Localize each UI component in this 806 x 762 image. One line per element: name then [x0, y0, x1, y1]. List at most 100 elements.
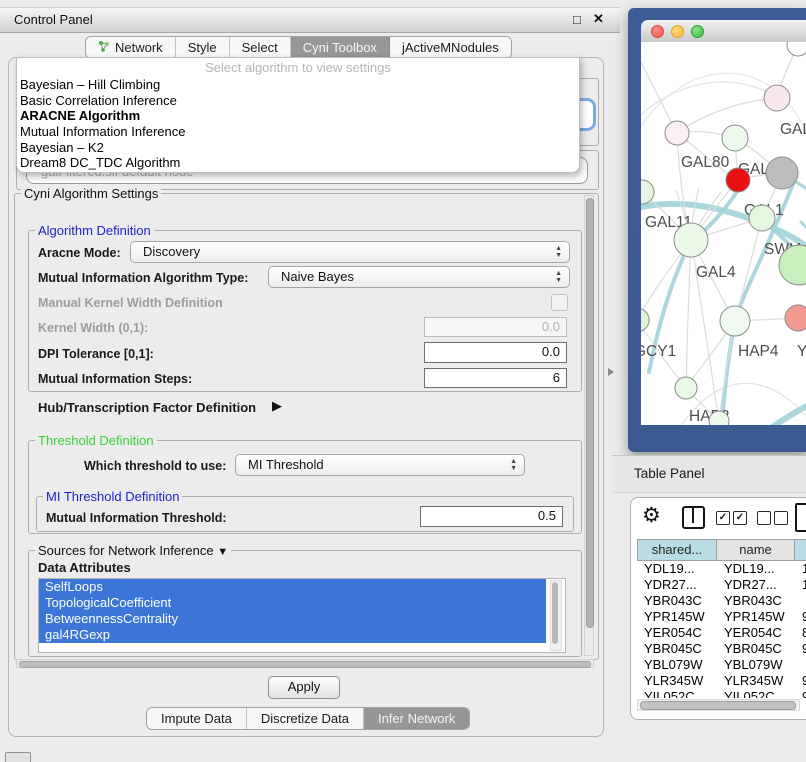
- select-all-icon[interactable]: ✓: [733, 511, 747, 525]
- tab-label: Cyni Toolbox: [303, 40, 377, 55]
- screen: Control Panel □ ✕ NetworkStyleSelectCyni…: [0, 0, 806, 762]
- table-row[interactable]: YBR045CYBR045C9.: [637, 641, 806, 657]
- tab-network[interactable]: Network: [86, 37, 176, 58]
- algorithm-definition-title: Algorithm Definition: [35, 223, 154, 238]
- network-window-titlebar[interactable]: [641, 20, 806, 43]
- kernel-width-field[interactable]: 0.0: [424, 317, 567, 337]
- tab-impute-data[interactable]: Impute Data: [147, 708, 247, 729]
- minimize-traffic-light-icon[interactable]: [671, 25, 684, 38]
- document-icon[interactable]: [795, 503, 806, 532]
- list-scrollbar[interactable]: [550, 580, 562, 651]
- dpi-tolerance-field[interactable]: 0.0: [424, 342, 567, 363]
- deselect-all-icon[interactable]: [774, 511, 788, 525]
- close-traffic-light-icon[interactable]: [651, 25, 664, 38]
- algorithm-option[interactable]: Mutual Information Inference: [17, 124, 579, 140]
- float-window-icon[interactable]: □: [573, 12, 581, 27]
- node-gal[interactable]: [764, 85, 790, 111]
- cyni-algorithm-settings-title: Cyni Algorithm Settings: [21, 186, 161, 201]
- close-icon[interactable]: ✕: [593, 11, 604, 27]
- table-row[interactable]: YBR043CYBR043C: [637, 593, 806, 609]
- table-horizontal-scrollbar-thumb[interactable]: [640, 701, 796, 710]
- settings-vertical-scrollbar[interactable]: [584, 195, 594, 656]
- sources-title: Sources for Network Inference ▼: [35, 543, 231, 558]
- split-column-icon[interactable]: [682, 506, 705, 529]
- aracne-mode-combo[interactable]: Discovery ▲▼: [130, 241, 570, 263]
- table-row[interactable]: YDL19...YDL19...13: [637, 561, 806, 577]
- node-label: Y: [797, 343, 806, 360]
- tab-jactivemnodules[interactable]: jActiveMNodules: [390, 37, 511, 58]
- mi-threshold-field[interactable]: 0.5: [420, 506, 563, 527]
- node-gal10[interactable]: [722, 125, 748, 151]
- tab-select[interactable]: Select: [230, 37, 291, 58]
- manual-kernel-checkbox[interactable]: [551, 294, 568, 311]
- data-attributes-list[interactable]: SelfLoopsTopologicalCoefficientBetweenne…: [38, 578, 566, 653]
- mi-steps-field[interactable]: 6: [424, 368, 567, 388]
- table-cell: [795, 593, 806, 609]
- node-gcy1[interactable]: [641, 308, 649, 332]
- attribute-item[interactable]: BetweennessCentrality: [39, 611, 546, 627]
- node-hap2[interactable]: [675, 377, 697, 399]
- table-horizontal-scrollbar[interactable]: [637, 699, 800, 711]
- apply-button[interactable]: Apply: [268, 676, 340, 699]
- table-row[interactable]: YLR345WYLR345W9.: [637, 673, 806, 689]
- deselect-all-icon[interactable]: [757, 511, 771, 525]
- splitpane-arrow-icon[interactable]: [608, 368, 614, 376]
- attribute-item[interactable]: gal4RGexp: [39, 627, 546, 643]
- tab-style[interactable]: Style: [176, 37, 230, 58]
- control-panel-tabstrip: NetworkStyleSelect Cyni Toolbox jActiveMNo…: [85, 36, 512, 59]
- algorithm-option[interactable]: Dream8 DC_TDC Algorithm: [17, 155, 579, 171]
- network-canvas[interactable]: GALGAL80GAL10GAL1GAL11SWI4GAL4GCY1HAP4YH…: [641, 42, 806, 425]
- list-scrollbar-thumb[interactable]: [552, 582, 558, 644]
- network-tab-icon: [98, 40, 110, 55]
- attribute-item[interactable]: TopologicalCoefficient: [39, 595, 546, 611]
- settings-vertical-scrollbar-thumb[interactable]: [586, 198, 594, 628]
- node[interactable]: [787, 42, 806, 56]
- attribute-item[interactable]: SelfLoops: [39, 579, 546, 595]
- minimized-panel-icon[interactable]: [5, 752, 31, 762]
- algorithm-option[interactable]: Bayesian – Hill Climbing: [17, 77, 579, 93]
- algorithm-dropdown-list: Bayesian – Hill ClimbingBasic Correlatio…: [17, 77, 579, 171]
- gear-icon[interactable]: ⚙: [642, 503, 661, 528]
- tab-cyni-toolbox[interactable]: Cyni Toolbox: [291, 37, 390, 58]
- collapse-arrow-icon[interactable]: ▼: [217, 546, 228, 558]
- node-swi4[interactable]: [749, 205, 775, 231]
- combo-spinner-icon: ▲▼: [510, 458, 517, 472]
- combo-spinner-icon: ▲▼: [555, 245, 562, 259]
- mi-algorithm-type-combo[interactable]: Naive Bayes ▲▼: [268, 266, 570, 288]
- node-y[interactable]: [785, 305, 806, 331]
- column-header[interactable]: [795, 539, 806, 561]
- node-label: GCY1: [641, 343, 676, 360]
- algorithm-option[interactable]: Bayesian – K2: [17, 140, 579, 156]
- table-cell: YER054C: [717, 625, 795, 641]
- algorithm-option[interactable]: Basic Correlation Inference: [17, 93, 579, 109]
- node-hap4[interactable]: [720, 306, 750, 336]
- manual-kernel-label: Manual Kernel Width Definition: [38, 296, 223, 310]
- node[interactable]: [766, 157, 798, 189]
- kernel-width-label: Kernel Width (0,1):: [38, 321, 148, 335]
- table-row[interactable]: YPR145WYPR145W9.: [637, 609, 806, 625]
- node-gal4[interactable]: [674, 223, 708, 257]
- which-threshold-combo[interactable]: MI Threshold ▲▼: [235, 454, 525, 476]
- table-row[interactable]: YDR27...YDR27...12: [637, 577, 806, 593]
- column-header[interactable]: name: [717, 539, 795, 561]
- zoom-traffic-light-icon[interactable]: [691, 25, 704, 38]
- node-gal1[interactable]: [726, 168, 750, 192]
- table-cell: YLR345W: [637, 673, 717, 689]
- hub-section-label[interactable]: Hub/Transcription Factor Definition: [38, 400, 256, 415]
- table-row[interactable]: YER054CYER054C8.: [637, 625, 806, 641]
- settings-horizontal-scrollbar-thumb[interactable]: [19, 661, 591, 668]
- node-gal80[interactable]: [665, 121, 689, 145]
- table-row[interactable]: YIL052CYIL052C9.: [637, 689, 806, 698]
- tab-infer-network[interactable]: Infer Network: [364, 708, 469, 729]
- select-all-icon[interactable]: ✓: [716, 511, 730, 525]
- algorithm-dropdown[interactable]: Select algorithm to view settings Bayesi…: [16, 57, 580, 173]
- node-label: GAL4: [696, 264, 736, 281]
- tab-discretize-data[interactable]: Discretize Data: [247, 708, 364, 729]
- settings-horizontal-scrollbar[interactable]: [16, 659, 594, 668]
- table-cell: YER054C: [637, 625, 717, 641]
- aracne-mode-label: Aracne Mode:: [38, 246, 121, 260]
- algorithm-option[interactable]: ARACNE Algorithm: [17, 108, 579, 124]
- table-row[interactable]: YBL079WYBL079W: [637, 657, 806, 673]
- column-header[interactable]: shared...: [637, 539, 717, 561]
- expand-arrow-icon[interactable]: ▶: [272, 398, 282, 414]
